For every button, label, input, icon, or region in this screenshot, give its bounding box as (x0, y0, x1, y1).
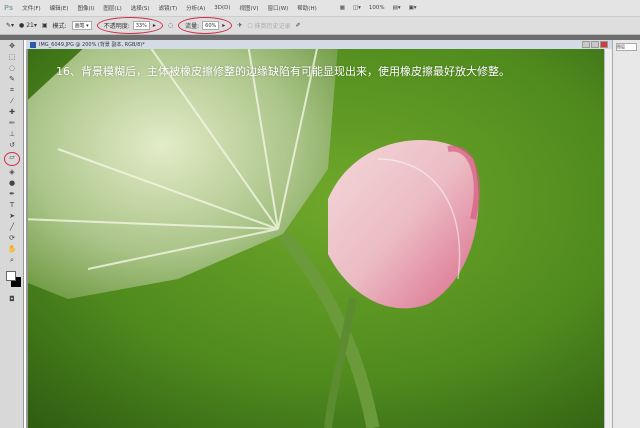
airbrush-icon[interactable]: ✈ (237, 22, 242, 29)
menu-layer[interactable]: 图层(L) (103, 4, 121, 12)
image-canvas[interactable]: 16、背景模糊后，主体被橡皮擦修整的边缘缺陷有可能显现出来，使用橡皮擦最好放大修… (28, 49, 604, 428)
lasso-tool-icon[interactable]: ◌ (5, 64, 19, 73)
pressure-icon[interactable]: ◌ (168, 22, 173, 29)
quick-mask-icon[interactable]: ◘ (5, 295, 19, 304)
menu-select[interactable]: 选择(S) (131, 4, 150, 12)
healing-tool-icon[interactable]: ✚ (5, 108, 19, 117)
toolbox: ✥ ⬚ ◌ ✎ ⌗ ⁄ ✚ ✏ ⊥ ↺ ▱ ◈ ● ✒ T ➤ ╱ ⟳ ✋ ⌕ … (0, 40, 24, 428)
opacity-dropdown[interactable]: ▸ (153, 22, 156, 29)
maximize-button[interactable] (591, 41, 599, 48)
color-swatches[interactable] (4, 269, 21, 291)
quick-select-tool-icon[interactable]: ✎ (5, 75, 19, 84)
dodge-tool-icon[interactable]: ● (5, 179, 19, 188)
arrange-icon[interactable]: ▤▾ (393, 5, 401, 11)
brush-panel-icon[interactable]: ▣ (42, 22, 48, 29)
side-panel: 图层 (612, 40, 640, 428)
path-select-tool-icon[interactable]: ➤ (5, 212, 19, 221)
opacity-highlight: 不透明度: 33% ▸ (96, 17, 163, 34)
options-bar: ✎▾ ● 21▾ ▣ 模式: 画笔 ▾ 不透明度: 33% ▸ ◌ 流量: 60… (0, 17, 640, 35)
view-extras-icon[interactable]: ◫▾ (353, 5, 361, 11)
menu-help[interactable]: 帮助(H) (297, 4, 316, 12)
type-tool-icon[interactable]: T (5, 201, 19, 210)
close-button[interactable] (600, 41, 608, 48)
document-window: IMG_6049.JPG @ 200% (背景 副本, RGB/8)* 16、背… (26, 40, 612, 428)
menu-view[interactable]: 视图(V) (240, 4, 259, 12)
window-controls (582, 41, 608, 48)
photoshop-logo: Ps (4, 4, 14, 12)
hand-tool-icon[interactable]: ✋ (5, 245, 19, 254)
flow-input[interactable]: 60% (202, 21, 220, 30)
tutorial-caption: 16、背景模糊后，主体被橡皮擦修整的边缘缺陷有可能显现出来，使用橡皮擦最好放大修… (56, 65, 510, 78)
eraser-tool-icon[interactable]: ✎▾ (6, 22, 14, 29)
screen-mode-icon[interactable]: ▣▾ (409, 5, 417, 11)
eyedropper-tool-icon[interactable]: ⁄ (5, 97, 19, 106)
vertical-scrollbar[interactable] (604, 49, 612, 428)
menu-edit[interactable]: 编辑(E) (50, 4, 69, 12)
brush-preset[interactable]: ● 21▾ (19, 22, 37, 29)
menu-window[interactable]: 窗口(W) (268, 4, 289, 12)
move-tool-icon[interactable]: ✥ (5, 42, 19, 51)
opacity-label: 不透明度: (103, 23, 130, 30)
brush-size: 21 (26, 22, 34, 29)
menu-filter[interactable]: 滤镜(T) (159, 4, 178, 12)
document-icon (30, 41, 36, 48)
mode-label: 模式: (52, 23, 67, 30)
stamp-tool-icon[interactable]: ⊥ (5, 130, 19, 139)
menu-bar: Ps 文件(F) 编辑(E) 图像(I) 图层(L) 选择(S) 滤镜(T) 分… (0, 0, 640, 17)
history-brush-tool-icon[interactable]: ↺ (5, 141, 19, 150)
3d-tool-icon[interactable]: ⟳ (5, 234, 19, 243)
flow-label: 流量: (185, 23, 200, 30)
gradient-tool-icon[interactable]: ◈ (5, 168, 19, 177)
flow-highlight: 流量: 60% ▸ (178, 17, 233, 34)
eraser-tool-icon-selected[interactable]: ▱ (4, 152, 20, 166)
crop-tool-icon[interactable]: ⌗ (5, 86, 19, 95)
lotus-photo (28, 49, 604, 428)
menu-file[interactable]: 文件(F) (22, 4, 40, 12)
minimize-button[interactable] (582, 41, 590, 48)
mode-select[interactable]: 画笔 ▾ (71, 21, 92, 30)
erase-history-checkbox[interactable]: ☐ 抹到历史记录 (247, 21, 290, 30)
document-title: IMG_6049.JPG @ 200% (背景 副本, RGB/8)* (39, 42, 145, 48)
shape-tool-icon[interactable]: ╱ (5, 223, 19, 232)
zoom-level[interactable]: 100% (369, 5, 385, 11)
bridge-icon[interactable]: ▦ (340, 5, 345, 11)
document-tab[interactable]: IMG_6049.JPG @ 200% (背景 副本, RGB/8)* (26, 40, 612, 49)
menu-image[interactable]: 图像(I) (77, 4, 94, 12)
brush-tool-icon[interactable]: ✏ (5, 119, 19, 128)
tablet-pressure-icon[interactable]: ✐ (296, 22, 301, 29)
panel-tab-layers[interactable]: 图层 (616, 43, 637, 51)
marquee-tool-icon[interactable]: ⬚ (5, 53, 19, 62)
menu-3d[interactable]: 3D(D) (214, 5, 230, 11)
zoom-tool-icon[interactable]: ⌕ (5, 256, 19, 265)
menu-analysis[interactable]: 分析(A) (186, 4, 205, 12)
opacity-input[interactable]: 33% (132, 21, 150, 30)
flow-dropdown[interactable]: ▸ (222, 22, 225, 29)
pen-tool-icon[interactable]: ✒ (5, 190, 19, 199)
foreground-color[interactable] (6, 271, 16, 281)
